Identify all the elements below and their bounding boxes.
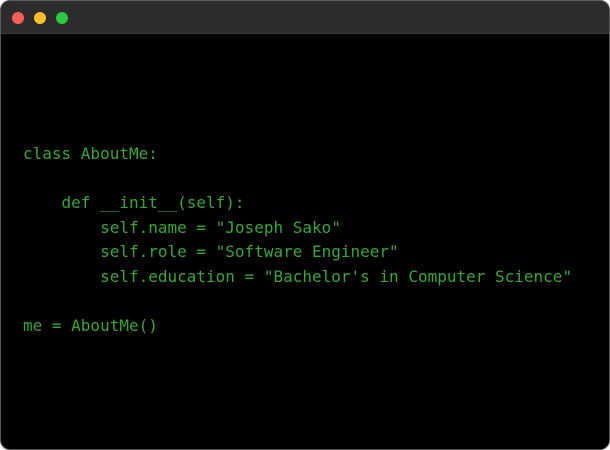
- terminal-window: class AboutMe: def __init__(self): self.…: [0, 0, 610, 450]
- close-button[interactable]: [12, 12, 24, 24]
- code-line: self.name = "Joseph Sako": [23, 217, 341, 237]
- minimize-button[interactable]: [34, 12, 46, 24]
- code-line: class AboutMe:: [23, 144, 158, 163]
- terminal-content[interactable]: class AboutMe: def __init__(self): self.…: [1, 34, 609, 449]
- code-line: self.role = "Software Engineer": [23, 242, 399, 262]
- zoom-button[interactable]: [56, 12, 68, 24]
- code-line: me = AboutMe(): [23, 316, 158, 336]
- code-block: class AboutMe: def __init__(self): self.…: [23, 142, 572, 339]
- code-line: def __init__(self):: [23, 193, 245, 213]
- title-bar: [1, 1, 609, 34]
- code-line: self.education = "Bachelor's in Computer…: [23, 266, 573, 286]
